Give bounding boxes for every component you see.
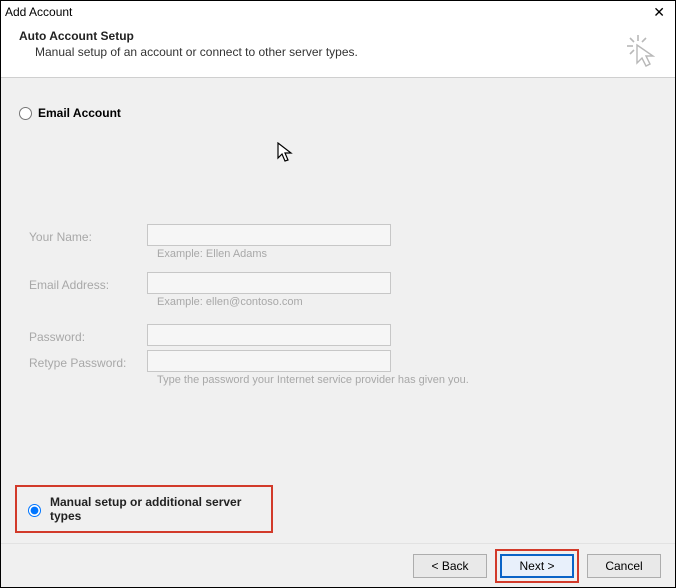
radio-email-account[interactable] [19,107,32,120]
header: Auto Account Setup Manual setup of an ac… [1,23,675,78]
input-retype-password [147,350,391,372]
back-button[interactable]: < Back [413,554,487,578]
label-email: Email Address: [29,274,147,292]
cancel-button[interactable]: Cancel [587,554,661,578]
input-your-name [147,224,391,246]
input-password [147,324,391,346]
header-title: Auto Account Setup [19,29,358,43]
label-retype-password: Retype Password: [29,352,147,370]
titlebar: Add Account ✕ [1,1,675,23]
option-manual-setup[interactable]: Manual setup or additional server types [15,485,273,533]
hint-your-name: Example: Ellen Adams [157,248,657,260]
label-your-name: Your Name: [29,226,147,244]
row-password: Password: [29,324,657,346]
row-email: Email Address: [29,272,657,294]
radio-email-account-label: Email Account [38,106,121,120]
row-retype-password: Retype Password: [29,350,657,372]
label-password: Password: [29,326,147,344]
window-title: Add Account [5,5,72,19]
header-text: Auto Account Setup Manual setup of an ac… [19,29,358,59]
account-form: Your Name: Example: Ellen Adams Email Ad… [29,224,657,386]
next-button-highlight: Next > [495,549,579,583]
option-email-account[interactable]: Email Account [19,106,657,120]
body: Email Account Your Name: Example: Ellen … [1,78,675,543]
row-your-name: Your Name: [29,224,657,246]
add-account-dialog: Add Account ✕ Auto Account Setup Manual … [0,0,676,588]
mouse-cursor-icon [277,142,295,167]
radio-manual-setup[interactable] [28,504,41,517]
input-email [147,272,391,294]
cursor-click-icon [625,29,661,70]
footer: < Back Next > Cancel [1,543,675,587]
hint-password: Type the password your Internet service … [157,374,657,386]
hint-email: Example: ellen@contoso.com [157,296,657,308]
radio-manual-setup-label: Manual setup or additional server types [50,495,265,523]
header-subtitle: Manual setup of an account or connect to… [35,45,358,59]
close-icon[interactable]: ✕ [649,3,669,21]
next-button[interactable]: Next > [500,554,574,578]
